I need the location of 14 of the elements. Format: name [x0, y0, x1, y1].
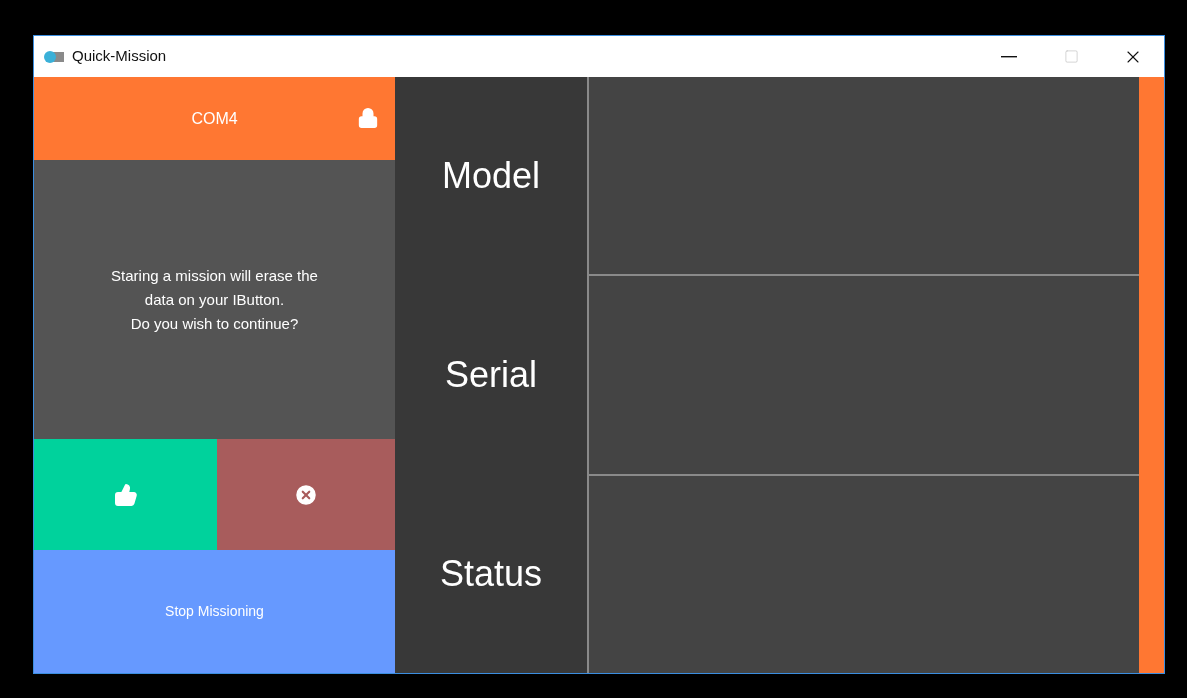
- field-label: Status: [439, 551, 543, 596]
- stop-missioning-button[interactable]: Stop Missioning: [34, 550, 395, 673]
- lock-icon[interactable]: [357, 107, 379, 129]
- field-label: Serial: [444, 353, 537, 397]
- window-title: Quick-Mission: [72, 46, 167, 67]
- port-label: COM4: [191, 108, 238, 129]
- cancel-button[interactable]: [217, 439, 395, 550]
- warning-message: Staring a mission will erase the data on your IButton. Do you wish to continue?: [111, 265, 318, 334]
- maximize-icon: [1063, 49, 1079, 64]
- field-label: Model: [441, 154, 541, 199]
- app-logo-icon: [44, 50, 64, 63]
- minimize-icon: [1001, 55, 1017, 58]
- thumbs-up-icon: [113, 482, 138, 507]
- confirm-button[interactable]: [34, 439, 217, 550]
